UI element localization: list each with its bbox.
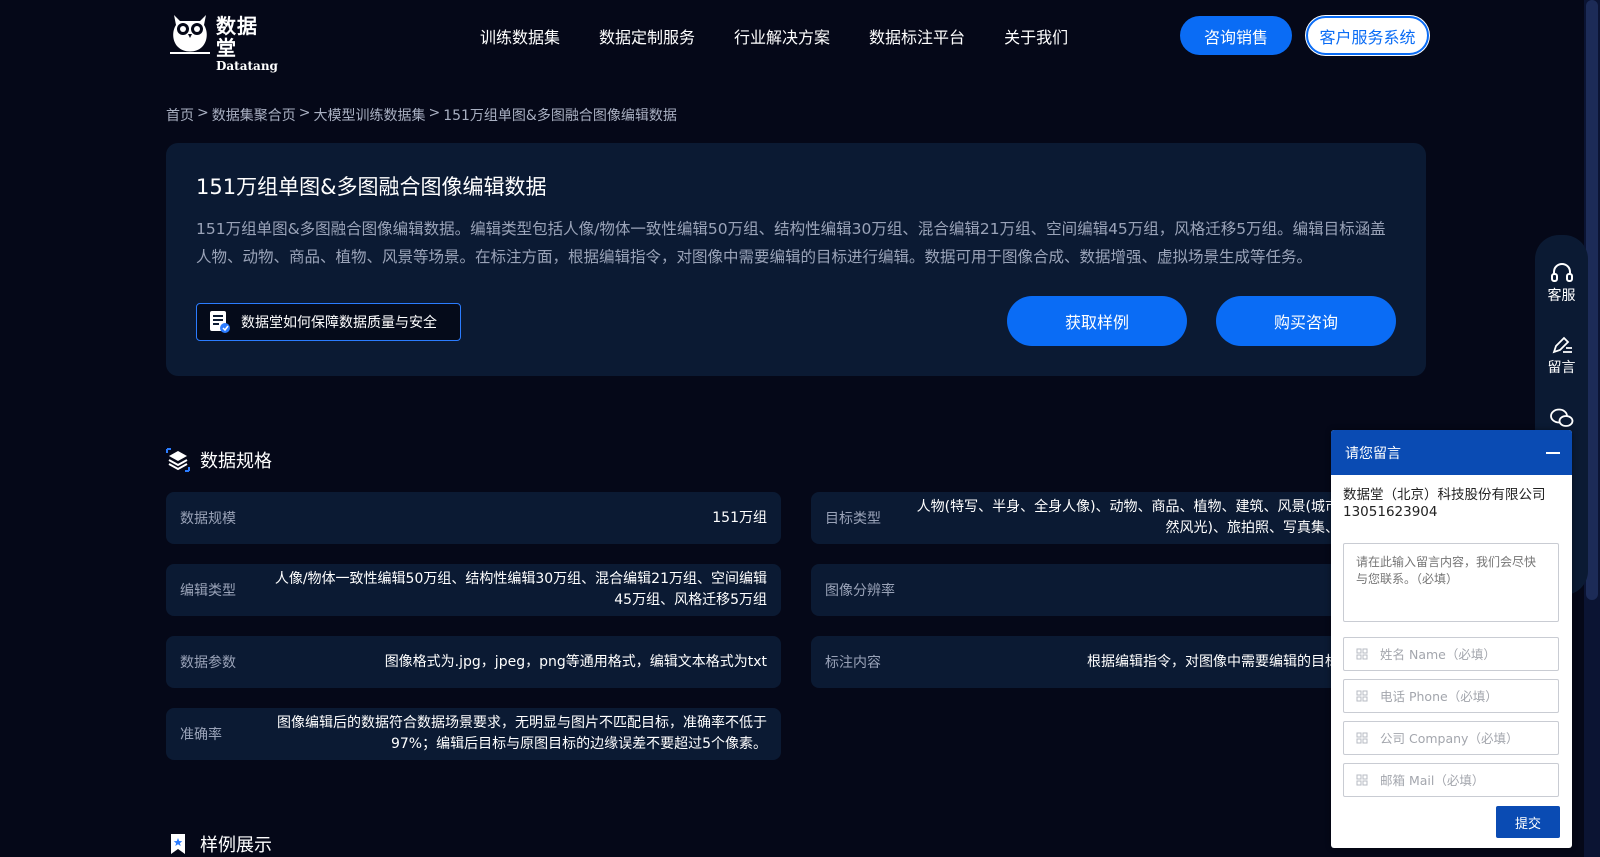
spec-label: 图像分辨率 — [825, 583, 895, 599]
logo-name-cn: 数据堂 — [216, 14, 258, 60]
spec-section-header: 数据规格 — [166, 447, 272, 473]
main-nav: 训练数据集 数据定制服务 行业解决方案 数据标注平台 关于我们 — [480, 24, 1107, 48]
float-customer-service-label: 客服 — [1547, 288, 1576, 304]
headset-icon — [1550, 263, 1573, 282]
spec-value: 图像编辑后的数据符合数据场景要求，无明显与图片不匹配目标，准确率不低于97%；编… — [277, 715, 767, 752]
dataset-description: 151万组单图&多图融合图像编辑数据。编辑类型包括人像/物体一致性编辑50万组、… — [196, 220, 1386, 266]
breadcrumb-dataset-hub[interactable]: 数据集聚合页 — [212, 105, 296, 125]
edit-pen-icon — [1552, 336, 1572, 354]
field-icon — [1356, 774, 1368, 786]
spec-card: 准确率 图像编辑后的数据符合数据场景要求，无明显与图片不匹配目标，准确率不低于9… — [166, 708, 781, 760]
mail-field[interactable] — [1343, 763, 1559, 797]
page-title: 151万组单图&多图融合图像编辑数据 — [196, 175, 547, 199]
phone-field[interactable] — [1343, 679, 1559, 713]
spec-card: 标注内容 根据编辑指令，对图像中需要编辑的目标进行 — [811, 636, 1371, 688]
mail-input[interactable] — [1380, 772, 1550, 788]
get-sample-button[interactable]: 获取样例 — [1007, 296, 1187, 346]
spec-card: 数据参数 图像格式为.jpg，jpeg，png等通用格式，编辑文本格式为txt — [166, 636, 781, 688]
spec-card: 数据规模 151万组 — [166, 492, 781, 544]
spec-card: 图像分辨率 — [811, 564, 1371, 616]
breadcrumb-separator: > — [428, 105, 441, 121]
leave-message-panel: 请您留言 数据堂（北京）科技股份有限公司 13051623904 提交 — [1331, 430, 1572, 848]
site-header: 数据堂 Datatang 训练数据集 数据定制服务 行业解决方案 数据标注平台 … — [0, 0, 1584, 73]
layers-icon — [166, 448, 190, 472]
company-name: 数据堂（北京）科技股份有限公司 — [1343, 487, 1546, 503]
name-input[interactable] — [1380, 646, 1550, 662]
float-customer-service[interactable]: 客服 — [1535, 263, 1588, 305]
spec-value: 图像格式为.jpg，jpeg，png等通用格式，编辑文本格式为txt — [384, 653, 767, 670]
message-panel-header: 请您留言 — [1331, 430, 1572, 475]
breadcrumb-llm-datasets[interactable]: 大模型训练数据集 — [313, 105, 425, 125]
company-field[interactable] — [1343, 721, 1559, 755]
purchase-consult-button[interactable]: 购买咨询 — [1216, 296, 1396, 346]
spec-section-title: 数据规格 — [200, 451, 272, 472]
submit-button[interactable]: 提交 — [1496, 806, 1560, 838]
breadcrumb-home[interactable]: 首页 — [166, 105, 194, 125]
spec-card: 编辑类型 人像/物体一致性编辑50万组、结构性编辑30万组、混合编辑21万组、空… — [166, 564, 781, 616]
nav-item-solutions[interactable]: 行业解决方案 — [734, 24, 830, 48]
spec-value: 人像/物体一致性编辑50万组、结构性编辑30万组、混合编辑21万组、空间编辑45… — [274, 571, 767, 608]
name-field[interactable] — [1343, 637, 1559, 671]
customer-service-button[interactable]: 客户服务系统 — [1306, 16, 1429, 55]
spec-label: 数据规模 — [180, 511, 236, 527]
wechat-icon — [1549, 408, 1573, 427]
consult-sales-button[interactable]: 咨询销售 — [1180, 16, 1292, 55]
document-shield-icon — [210, 311, 230, 333]
field-icon — [1356, 690, 1368, 702]
company-phone: 13051623904 — [1343, 504, 1438, 520]
float-leave-message-label: 留言 — [1547, 360, 1576, 376]
spec-label: 标注内容 — [825, 655, 881, 671]
dataset-hero-card: 151万组单图&多图融合图像编辑数据 151万组单图&多图融合图像编辑数据。编辑… — [166, 143, 1426, 376]
sample-section-header: 样例展示 — [166, 831, 272, 857]
datatang-logo[interactable]: 数据堂 Datatang — [168, 9, 278, 73]
nav-item-datasets[interactable]: 训练数据集 — [480, 24, 560, 48]
spec-value: 人物(特写、半身、全身人像)、动物、商品、植物、建筑、风景(城市、自然风光)、旅… — [916, 499, 1367, 536]
sample-section-title: 样例展示 — [200, 835, 272, 856]
float-wechat[interactable] — [1535, 408, 1588, 428]
field-icon — [1356, 648, 1368, 660]
spec-value: 151万组 — [712, 509, 767, 526]
company-contact: 数据堂（北京）科技股份有限公司 13051623904 — [1331, 475, 1572, 521]
owl-logo-icon — [170, 15, 210, 54]
phone-input[interactable] — [1380, 688, 1550, 704]
breadcrumb-current: 151万组单图&多图融合图像编辑数据 — [443, 108, 677, 124]
message-textarea[interactable] — [1343, 543, 1559, 622]
nav-item-annotation-platform[interactable]: 数据标注平台 — [869, 24, 965, 48]
quality-assurance-label: 数据堂如何保障数据质量与安全 — [241, 315, 437, 331]
spec-value: 根据编辑指令，对图像中需要编辑的目标进行 — [1087, 653, 1367, 670]
breadcrumb-separator: > — [298, 105, 311, 121]
spec-label: 准确率 — [180, 727, 222, 743]
nav-item-about[interactable]: 关于我们 — [1004, 24, 1068, 48]
float-leave-message[interactable]: 留言 — [1535, 335, 1588, 377]
logo-name-en: Datatang — [216, 59, 278, 73]
message-panel-title: 请您留言 — [1345, 445, 1401, 462]
bookmark-star-icon — [171, 834, 185, 854]
spec-label: 数据参数 — [180, 655, 236, 671]
breadcrumb-separator: > — [197, 105, 209, 121]
spec-card: 目标类型 人物(特写、半身、全身人像)、动物、商品、植物、建筑、风景(城市、自然… — [811, 492, 1371, 544]
company-input[interactable] — [1380, 730, 1550, 746]
spec-label: 编辑类型 — [180, 583, 236, 599]
quality-assurance-link[interactable]: 数据堂如何保障数据质量与安全 — [196, 303, 461, 341]
nav-item-custom-service[interactable]: 数据定制服务 — [599, 24, 695, 48]
spec-label: 目标类型 — [825, 511, 881, 527]
breadcrumb: 首页 > 数据集聚合页 > 大模型训练数据集 > 151万组单图&多图融合图像编… — [166, 105, 677, 125]
field-icon — [1356, 732, 1368, 744]
minimize-icon[interactable] — [1546, 451, 1560, 454]
